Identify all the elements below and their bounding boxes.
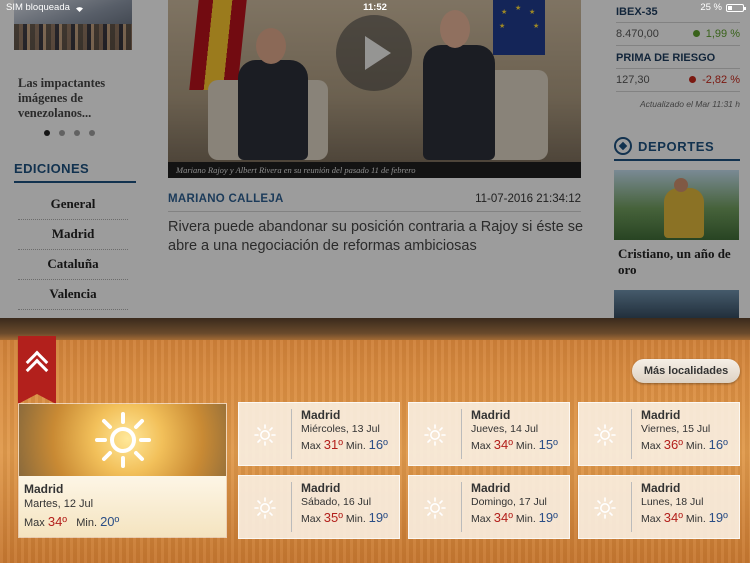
sun-icon bbox=[95, 412, 151, 468]
max-label: Max bbox=[471, 513, 491, 525]
status-bar: SIM bloqueada 11:52 25 % bbox=[0, 0, 750, 16]
sun-icon bbox=[594, 424, 616, 446]
more-locations-button[interactable]: Más localidades bbox=[632, 359, 740, 383]
min-temp: 19º bbox=[538, 510, 558, 525]
min-label: Min. bbox=[76, 517, 98, 529]
min-temp: 19º bbox=[368, 510, 388, 525]
min-temp: 16º bbox=[368, 437, 388, 452]
max-temp: 34º bbox=[663, 510, 683, 525]
max-temp: 31º bbox=[323, 437, 343, 452]
weather-city: Madrid bbox=[641, 481, 681, 495]
sun-icon bbox=[424, 424, 446, 446]
weather-date: Miércoles, 13 Jul bbox=[301, 423, 380, 435]
min-label: Min. bbox=[685, 513, 706, 525]
min-label: Min. bbox=[345, 513, 366, 525]
news-page: Las impactantes imágenes de venezolanos.… bbox=[0, 0, 750, 318]
min-label: Min. bbox=[345, 440, 366, 452]
collapse-ribbon[interactable] bbox=[18, 336, 56, 404]
weather-forecast-card[interactable]: Madrid Jueves, 14 Jul Max 34º Min. 15º bbox=[408, 402, 570, 466]
max-label: Max bbox=[471, 440, 491, 452]
sun-icon bbox=[594, 497, 616, 519]
weather-date: Lunes, 18 Jul bbox=[641, 496, 704, 508]
min-temp: 15º bbox=[538, 437, 558, 452]
weather-forecast-card[interactable]: Madrid Viernes, 15 Jul Max 36º Min. 16º bbox=[578, 402, 740, 466]
max-temp: 34º bbox=[493, 510, 513, 525]
weather-forecast-card[interactable]: Madrid Domingo, 17 Jul Max 34º Min. 19º bbox=[408, 475, 570, 539]
max-label: Max bbox=[301, 440, 321, 452]
min-temp: 19º bbox=[708, 510, 728, 525]
max-label: Max bbox=[24, 517, 45, 529]
min-temp: 16º bbox=[708, 437, 728, 452]
clock: 11:52 bbox=[363, 2, 387, 13]
weather-forecast-card[interactable]: Madrid Lunes, 18 Jul Max 34º Min. 19º bbox=[578, 475, 740, 539]
sun-icon bbox=[254, 424, 276, 446]
max-temp: 35º bbox=[323, 510, 343, 525]
sun-icon bbox=[424, 497, 446, 519]
weather-date: Domingo, 17 Jul bbox=[471, 496, 547, 508]
weather-city: Madrid bbox=[471, 408, 511, 422]
min-label: Min. bbox=[685, 440, 706, 452]
weather-forecast-card[interactable]: Madrid Sábado, 16 Jul Max 35º Min. 19º bbox=[238, 475, 400, 539]
weather-city: Madrid bbox=[24, 482, 64, 496]
min-label: Min. bbox=[515, 513, 536, 525]
max-temp: 36º bbox=[663, 437, 683, 452]
weather-date: Sábado, 16 Jul bbox=[301, 496, 372, 508]
weather-date: Viernes, 15 Jul bbox=[641, 423, 711, 435]
min-temp: 20º bbox=[100, 514, 120, 529]
weather-today[interactable]: Madrid Martes, 12 Jul Max 34º Min. 20º bbox=[18, 403, 227, 538]
max-label: Max bbox=[641, 513, 661, 525]
overlay-dim[interactable] bbox=[0, 0, 750, 318]
weather-city: Madrid bbox=[641, 408, 681, 422]
battery-label: 25 % bbox=[700, 2, 722, 13]
max-temp: 34º bbox=[47, 514, 68, 529]
battery-icon bbox=[726, 3, 746, 12]
weather-city: Madrid bbox=[301, 481, 341, 495]
sun-icon bbox=[254, 497, 276, 519]
weather-city: Madrid bbox=[301, 408, 341, 422]
max-label: Max bbox=[641, 440, 661, 452]
weather-forecast-card[interactable]: Madrid Miércoles, 13 Jul Max 31º Min. 16º bbox=[238, 402, 400, 466]
max-label: Max bbox=[301, 513, 321, 525]
weather-date: Jueves, 14 Jul bbox=[471, 423, 539, 435]
double-chevron-up-icon bbox=[25, 350, 49, 382]
weather-city: Madrid bbox=[471, 481, 511, 495]
max-temp: 34º bbox=[493, 437, 513, 452]
weather-date: Martes, 12 Jul bbox=[24, 498, 94, 510]
weather-panel: Más localidades Madrid Martes, 12 Jul Ma… bbox=[0, 318, 750, 563]
min-label: Min. bbox=[515, 440, 536, 452]
